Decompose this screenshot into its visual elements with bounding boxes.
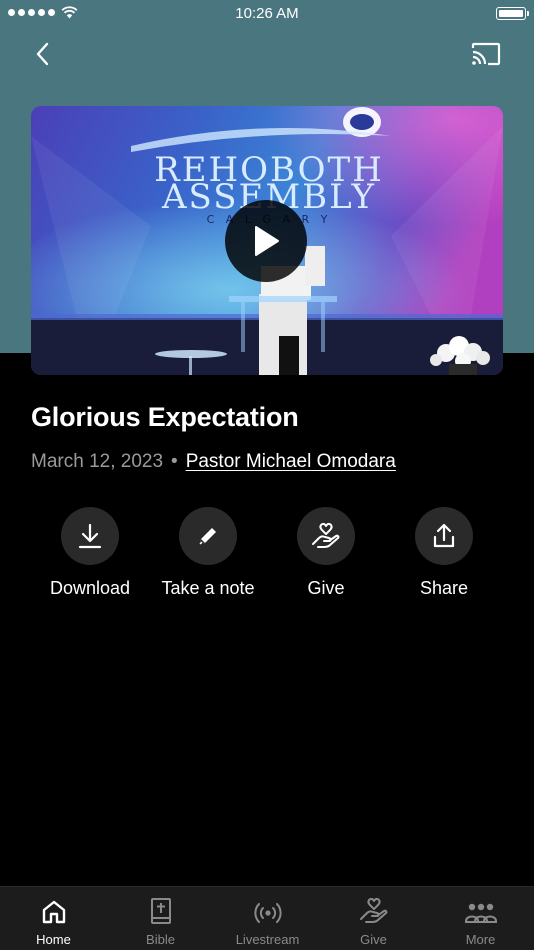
share-action[interactable]: Share: [379, 507, 509, 599]
sermon-title: Glorious Expectation: [31, 402, 299, 432]
sermon-meta: March 12, 2023 • Pastor Michael Omodara: [31, 451, 396, 473]
tab-more-label: More: [465, 932, 496, 947]
give-label: Give: [307, 578, 345, 598]
tab-livestream-label: Livestream: [235, 932, 300, 947]
take-note-action[interactable]: Take a note: [143, 507, 273, 599]
share-icon: [433, 523, 455, 548]
share-button[interactable]: [415, 507, 473, 565]
battery-icon: [496, 7, 529, 20]
tab-home-label: Home: [36, 932, 71, 947]
video-player[interactable]: REHOBOTH ASSEMBLY C A L G A R Y: [31, 106, 503, 375]
download-button[interactable]: [61, 507, 119, 565]
tab-home[interactable]: Home: [0, 887, 107, 950]
status-bar: 10:26 AM: [0, 0, 534, 28]
chevron-left-icon: [36, 42, 49, 66]
broadcast-icon: [253, 903, 282, 923]
share-label: Share: [419, 578, 469, 598]
action-row: Download Take a note Give Share: [0, 507, 534, 607]
tab-give-label: Give: [360, 932, 387, 947]
sermon-date: March 12, 2023: [31, 451, 164, 472]
tab-bar: Home Bible Livestream Give More: [0, 886, 534, 950]
take-note-button[interactable]: [179, 507, 237, 565]
heart-hand-icon: [312, 522, 340, 548]
tab-more[interactable]: More: [427, 887, 534, 950]
play-button[interactable]: [225, 200, 307, 282]
download-icon: [78, 523, 102, 549]
play-icon: [255, 226, 279, 256]
download-label: Download: [49, 578, 131, 598]
download-action[interactable]: Download: [25, 507, 155, 599]
take-note-label: Take a note: [161, 578, 255, 598]
bible-icon: [150, 898, 171, 924]
give-button[interactable]: [297, 507, 355, 565]
people-icon: [464, 903, 497, 923]
status-time: 10:26 AM: [235, 5, 299, 22]
cast-icon: [471, 42, 501, 66]
speaker-link[interactable]: Pastor Michael Omodara: [186, 451, 396, 473]
pencil-icon: [199, 528, 216, 545]
tab-give[interactable]: Give: [320, 887, 427, 950]
tab-bible[interactable]: Bible: [107, 887, 214, 950]
tab-livestream[interactable]: Livestream: [214, 887, 321, 950]
cast-button[interactable]: [468, 38, 504, 70]
tab-bible-label: Bible: [146, 932, 175, 947]
home-icon: [42, 900, 65, 924]
meta-separator: •: [171, 451, 178, 472]
back-button[interactable]: [24, 38, 60, 70]
heart-hand-icon: [359, 897, 387, 923]
give-action[interactable]: Give: [261, 507, 391, 599]
